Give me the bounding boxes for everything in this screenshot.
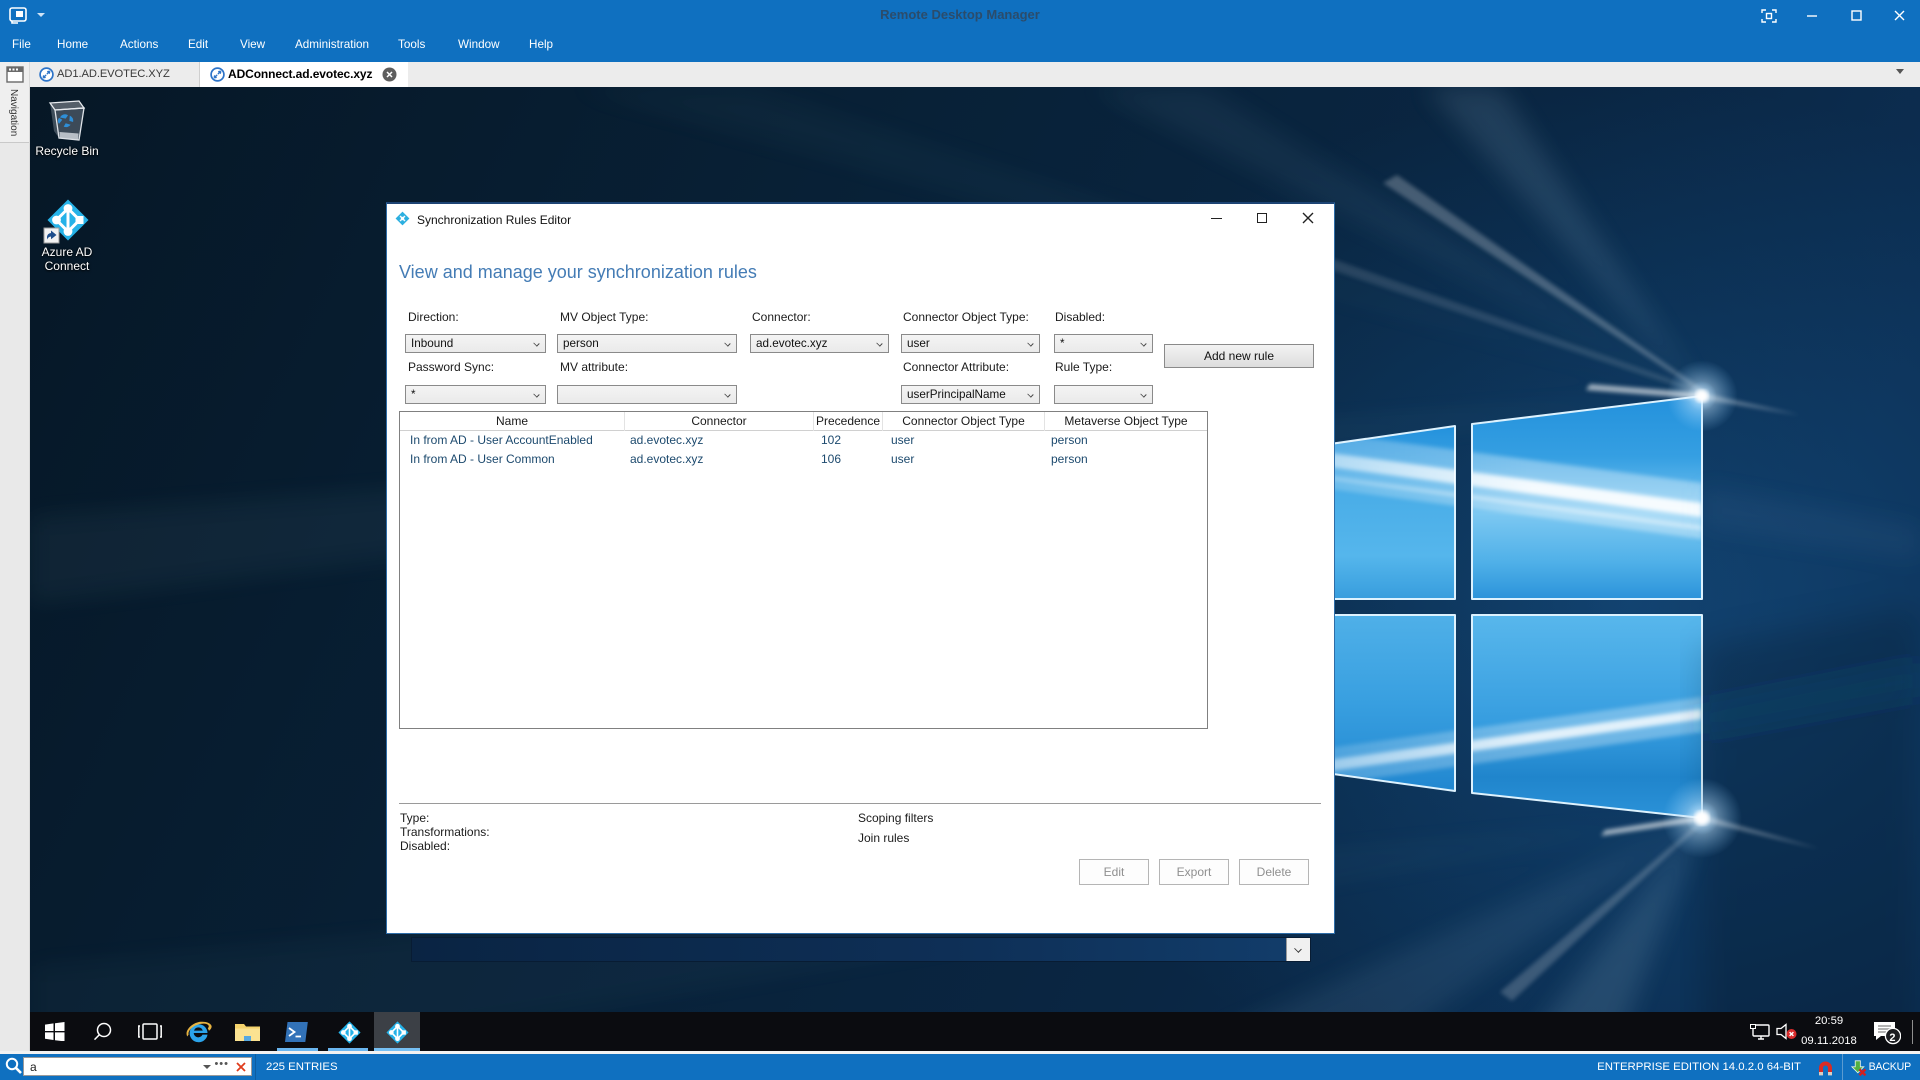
svg-text:2: 2: [1889, 1032, 1895, 1044]
